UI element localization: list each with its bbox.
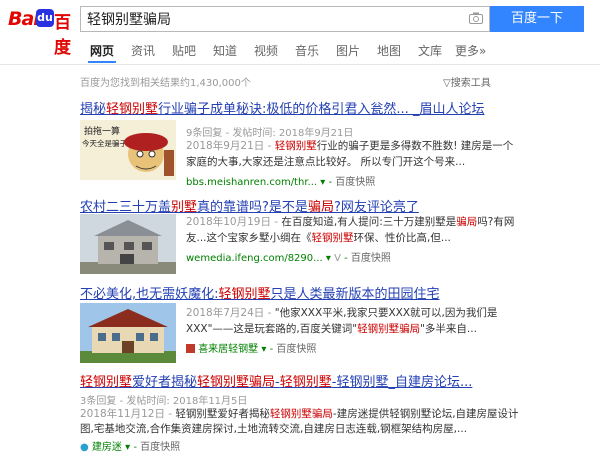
svg-text:今天全是骗子: 今天全是骗子 [82,138,127,148]
logo-text-bai: Bai [8,8,40,30]
tab-wenku[interactable]: 文库 [418,42,442,59]
result-3-source[interactable]: 喜来居轻钢墅 ▾ - 百度快照 [186,340,316,355]
dropdown-icon: ▾ [261,344,267,355]
result-3-abstract-line1: 2018年7月24日 - "他家XXX平米,我家只要XXX就可以,因为我们是 [186,307,498,319]
search-box [80,6,490,32]
filter-icon: ▽ [443,78,451,89]
logo-paw-icon: du [36,9,54,27]
baidu-logo[interactable]: Bai du 百度 [8,6,74,58]
result-count: 百度为您找到相关结果约1,430,000个 [80,78,251,89]
dropdown-icon: ▾ [125,442,131,453]
svg-text:拍拖一算: 拍拖一算 [84,125,120,137]
result-4-meta: 3条回复 - 发帖时间: 2018年11月5日 [80,396,248,407]
result-4-abstract-line1: 2018年11月12日 - 轻钢别墅爱好者揭秘轻钢别墅骗局-建房迷提供轻钢别墅论… [80,408,519,420]
active-tab-indicator [88,61,116,63]
result-4-source[interactable]: ● 建房迷 ▾ - 百度快照 [80,438,180,453]
header: Bai du 百度 百度一下 [0,0,600,58]
result-1-title[interactable]: 揭秘轻钢别墅行业骗子成单秘诀:极低的价格引君入瓮然... _眉山人论坛 [80,98,484,117]
result-1-abstract-line2: 家庭的大事,大家还是注意点比较好。 所以专门开这个号来... [186,156,466,168]
result-1-snapshot[interactable]: 百度快照 [335,177,375,188]
search-button[interactable]: 百度一下 [490,6,584,32]
result-3-title[interactable]: 不必美化,也无需妖魔化:轻钢别墅只是人类最新版本的田园住宅 [80,283,440,302]
result-2-snapshot[interactable]: 百度快照 [351,253,391,264]
result-4-abstract-line2: 图,宅基地交流,合作集资建房探讨,土地流转交流,自建房日志连载,钢框架结构房屋,… [80,423,468,435]
tab-map[interactable]: 地图 [377,42,401,59]
result-4-title[interactable]: 轻钢别墅爱好者揭秘轻钢别墅骗局-轻钢别墅-轻钢别墅_自建房论坛... [80,371,472,390]
result-2-title[interactable]: 农村二三十万盖别墅真的靠谱吗?是不是骗局?网友评论亮了 [80,196,419,215]
dropdown-icon: ▾ [320,177,326,188]
result-2-abstract-line2: 友...这个宝家乡墅小绸在《轻钢别墅环保、性价比高,但... [186,232,451,244]
tab-tieba[interactable]: 贴吧 [172,42,196,59]
tab-news[interactable]: 资讯 [131,42,155,59]
camera-icon[interactable] [469,12,483,24]
search-tools[interactable]: ▽搜索工具 [443,74,491,89]
tab-bar: 网页 资讯 贴吧 知道 视频 音乐 图片 地图 文库 更多» [0,36,600,65]
tab-video[interactable]: 视频 [254,42,278,59]
tab-zhidao[interactable]: 知道 [213,42,237,59]
result-2-thumbnail[interactable] [80,214,176,274]
result-3-thumbnail[interactable] [80,303,176,363]
result-2-url[interactable]: wemedia.ifeng.com/8290... ▾ V - 百度快照 [186,249,391,264]
result-3-snapshot[interactable]: 百度快照 [276,344,316,355]
tab-music[interactable]: 音乐 [295,42,319,59]
tab-web[interactable]: 网页 [90,42,114,59]
tab-images[interactable]: 图片 [336,42,360,59]
result-1-url[interactable]: bbs.meishanren.com/thr... ▾ - 百度快照 [186,173,375,188]
result-4-snapshot[interactable]: 百度快照 [140,442,180,453]
dropdown-icon: ▾ [325,253,331,264]
source-logo-icon [186,344,195,353]
result-1-abstract-line1: 2018年9月21日 - 轻钢别墅行业的骗子更是多得数不胜数! 建房是一个 [186,140,514,152]
search-tools-label: 搜索工具 [450,78,491,89]
tab-more[interactable]: 更多» [455,42,486,59]
source-logo-icon: ● [80,442,89,453]
search-input[interactable] [87,7,447,31]
result-3-abstract-line2: XXX"——这是玩套路的,百度关键词"轻钢别墅骗局"多半来自... [186,323,477,335]
result-1-thumbnail[interactable]: 拍拖一算 今天全是骗子 [80,120,176,180]
result-1-meta: 9条回复 - 发帖时间: 2018年9月21日 [186,128,354,139]
result-2-abstract-line1: 2018年10月19日 - 在百度知道,有人提问:三十万建别墅是骗局吗?有网 [186,216,515,228]
